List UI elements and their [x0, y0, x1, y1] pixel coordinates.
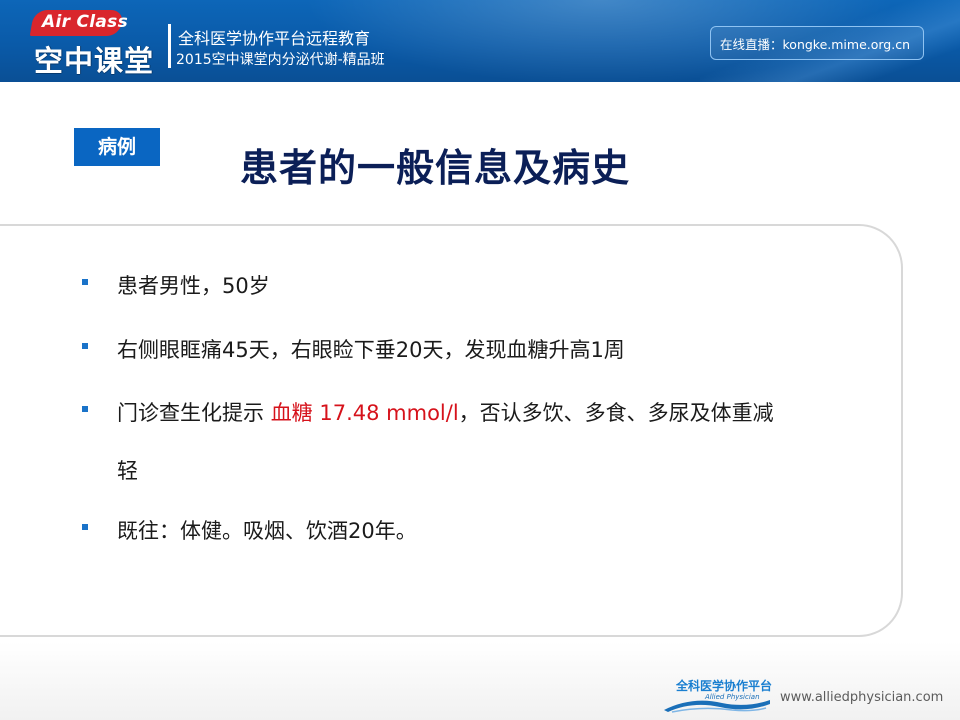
- blood-glucose-value: 血糖 17.48 mmol/l: [270, 401, 459, 425]
- logo-chinese: 空中课堂: [34, 44, 155, 78]
- bullet-icon: [82, 524, 88, 530]
- history-item-4: 既往：体健。吸烟、饮酒20年。: [117, 519, 417, 543]
- footer-logo-english: Allied Physician: [705, 693, 760, 701]
- footer-website-link[interactable]: www.alliedphysician.com: [780, 690, 943, 705]
- history-item-3: 门诊查生化提示 血糖 17.48 mmol/l，否认多饮、多食、多尿及体重减: [117, 397, 774, 427]
- slide-title: 患者的一般信息及病史: [240, 146, 631, 190]
- footer-logo-chinese: 全科医学协作平台: [676, 679, 773, 693]
- case-tag: 病例: [74, 128, 160, 166]
- bullet-icon: [82, 279, 88, 285]
- header-divider: [168, 24, 171, 68]
- header-subtitle-platform: 全科医学协作平台远程教育: [178, 29, 371, 48]
- header-subtitle-course: 2015空中课堂内分泌代谢-精品班: [176, 52, 385, 68]
- lab-suffix: ，否认多饮、多食、多尿及体重减: [458, 401, 774, 425]
- bullet-icon: [82, 343, 88, 349]
- bullet-icon: [82, 406, 88, 412]
- footer: [0, 642, 960, 720]
- logo-english: Air Class: [42, 12, 128, 32]
- history-item-2: 右侧眼眶痛45天，右眼睑下垂20天，发现血糖升高1周: [117, 338, 625, 362]
- history-item-1: 患者男性，50岁: [117, 274, 270, 298]
- history-item-3-continuation: 轻: [117, 459, 138, 483]
- lab-prefix: 门诊查生化提示: [117, 401, 271, 425]
- live-link-text[interactable]: 在线直播：kongke.mime.org.cn: [720, 34, 910, 53]
